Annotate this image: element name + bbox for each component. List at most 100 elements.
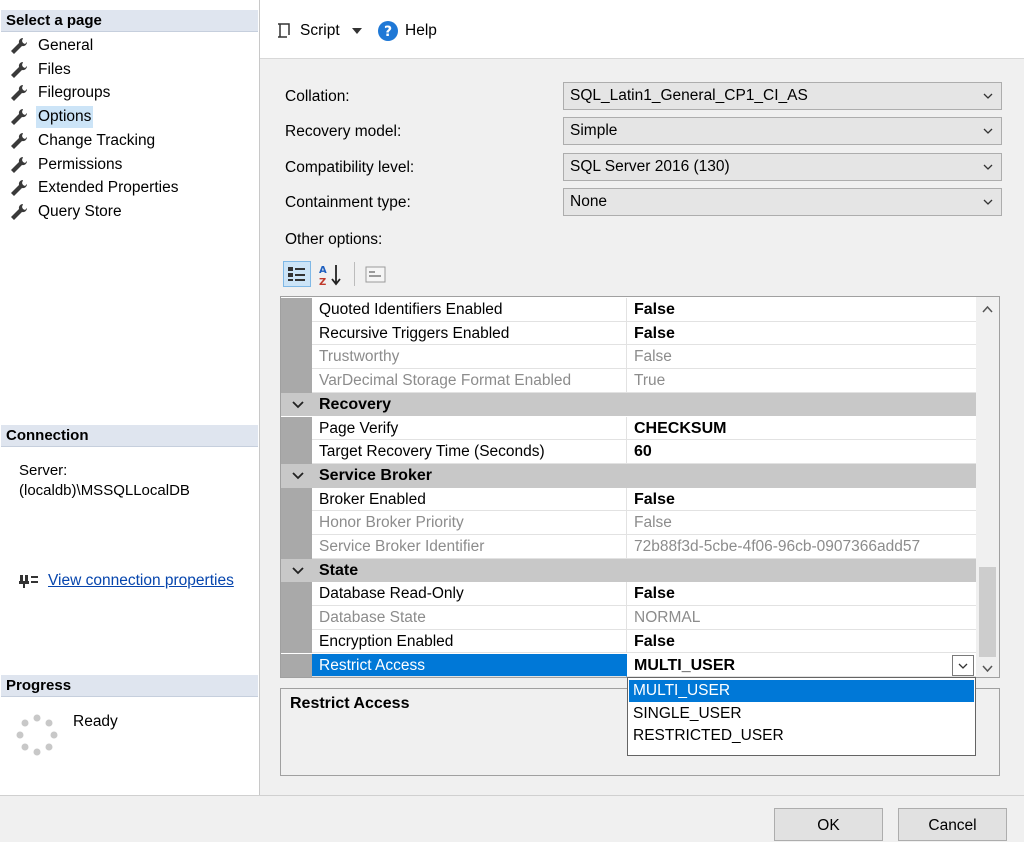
property-name: Page Verify bbox=[312, 416, 627, 441]
script-dropdown-icon[interactable] bbox=[351, 28, 362, 34]
wrench-icon bbox=[11, 132, 28, 149]
dropdown-option-restricted-user[interactable]: RESTRICTED_USER bbox=[629, 725, 974, 747]
property-name: Quoted Identifiers Enabled bbox=[312, 298, 627, 322]
page-item-filegroups[interactable]: Filegroups bbox=[10, 82, 112, 104]
category-service-broker[interactable]: Service Broker bbox=[281, 463, 976, 488]
page-item-files[interactable]: Files bbox=[10, 59, 73, 81]
property-value[interactable]: False bbox=[627, 630, 976, 654]
property-pages-button[interactable] bbox=[363, 263, 389, 287]
property-row[interactable]: Honor Broker Priority False bbox=[281, 511, 976, 535]
dropdown-option-multi-user[interactable]: MULTI_USER bbox=[629, 680, 974, 702]
property-row[interactable]: Encryption Enabled False bbox=[281, 629, 976, 654]
grid-gutter bbox=[281, 369, 312, 393]
collapse-chevron-icon[interactable] bbox=[292, 567, 304, 575]
property-value[interactable]: False bbox=[627, 322, 976, 346]
restrict-access-dropdown[interactable]: MULTI_USER SINGLE_USER RESTRICTED_USER bbox=[627, 677, 976, 756]
ok-button[interactable]: OK bbox=[774, 808, 883, 841]
help-label: Help bbox=[405, 22, 437, 39]
recovery-model-combo[interactable]: Simple bbox=[563, 117, 1002, 145]
page-item-label: Extended Properties bbox=[38, 179, 179, 197]
containment-type-value: None bbox=[570, 193, 608, 210]
property-name: Recursive Triggers Enabled bbox=[312, 321, 627, 346]
page-item-general[interactable]: General bbox=[10, 35, 95, 57]
category-recovery[interactable]: Recovery bbox=[281, 392, 976, 417]
scroll-thumb[interactable] bbox=[979, 567, 996, 657]
collapse-chevron-icon[interactable] bbox=[292, 401, 304, 409]
property-row[interactable]: Broker Enabled False bbox=[281, 487, 976, 512]
property-value: 72b88f3d-5cbe-4f06-96cb-0907366add57 bbox=[627, 535, 976, 559]
page-item-extended-properties[interactable]: Extended Properties bbox=[10, 177, 180, 199]
property-row[interactable]: Recursive Triggers Enabled False bbox=[281, 321, 976, 346]
page-item-label: Query Store bbox=[38, 202, 122, 220]
categorized-button[interactable] bbox=[283, 261, 311, 287]
other-options-label: Other options: bbox=[285, 231, 383, 248]
property-value[interactable]: False bbox=[627, 298, 976, 322]
help-button[interactable]: ? Help bbox=[377, 19, 437, 43]
description-title: Restrict Access bbox=[290, 695, 410, 712]
wrench-icon bbox=[11, 61, 28, 78]
restrict-access-dropdown-button[interactable] bbox=[952, 654, 974, 676]
svg-text:?: ? bbox=[384, 24, 392, 40]
page-item-change-tracking[interactable]: Change Tracking bbox=[10, 130, 157, 152]
progress-header: Progress bbox=[1, 675, 258, 697]
page-item-label: Files bbox=[38, 60, 71, 78]
property-value[interactable]: CHECKSUM bbox=[627, 417, 976, 441]
property-row[interactable]: VarDecimal Storage Format Enabled True bbox=[281, 369, 976, 393]
property-value[interactable]: 60 bbox=[627, 440, 976, 464]
svg-text:Z: Z bbox=[319, 277, 326, 288]
wrench-icon bbox=[11, 85, 28, 102]
grid-gutter bbox=[281, 487, 312, 512]
property-name: Service Broker Identifier bbox=[312, 535, 627, 559]
property-value: NORMAL bbox=[627, 606, 976, 630]
containment-type-label: Containment type: bbox=[285, 194, 411, 211]
grid-gutter bbox=[281, 582, 312, 607]
wrench-icon bbox=[11, 37, 28, 54]
property-value[interactable]: MULTI_USER bbox=[627, 654, 976, 677]
containment-type-combo[interactable]: None bbox=[563, 188, 1002, 216]
view-connection-link[interactable]: View connection properties bbox=[48, 572, 234, 590]
page-item-label: Filegroups bbox=[38, 84, 111, 102]
page-item-permissions[interactable]: Permissions bbox=[10, 154, 124, 176]
compatibility-level-value: SQL Server 2016 (130) bbox=[570, 158, 730, 175]
property-row[interactable]: Trustworthy False bbox=[281, 345, 976, 370]
property-row[interactable]: Target Recovery Time (Seconds) 60 bbox=[281, 440, 976, 464]
category-label: State bbox=[319, 561, 359, 579]
property-name: Database State bbox=[312, 606, 627, 630]
property-row[interactable]: Quoted Identifiers Enabled False bbox=[281, 298, 976, 322]
category-state[interactable]: State bbox=[281, 558, 976, 583]
script-label: Script bbox=[300, 22, 340, 39]
property-value[interactable]: False bbox=[627, 488, 976, 512]
property-value[interactable]: False bbox=[627, 582, 976, 607]
property-name: Trustworthy bbox=[312, 345, 627, 370]
view-connection-row[interactable]: View connection properties bbox=[18, 572, 234, 590]
property-row[interactable]: Restrict Access MULTI_USER bbox=[281, 653, 976, 677]
property-grid: Quoted Identifiers Enabled False Recursive… bbox=[280, 296, 1000, 678]
collation-combo[interactable]: SQL_Latin1_General_CP1_CI_AS bbox=[563, 82, 1002, 110]
property-row[interactable]: Database Read-Only False bbox=[281, 582, 976, 607]
collapse-chevron-icon[interactable] bbox=[292, 472, 304, 480]
category-label: Service Broker bbox=[319, 466, 432, 484]
property-row[interactable]: Page Verify CHECKSUM bbox=[281, 416, 976, 441]
property-row[interactable]: Service Broker Identifier 72b88f3d-5cbe-4… bbox=[281, 535, 976, 559]
scroll-down-icon[interactable] bbox=[982, 665, 993, 673]
wrench-icon bbox=[11, 109, 28, 126]
page-item-query-store[interactable]: Query Store bbox=[10, 201, 124, 223]
property-pages-icon bbox=[365, 266, 386, 283]
script-icon bbox=[278, 23, 290, 38]
cancel-button[interactable]: Cancel bbox=[898, 808, 1007, 841]
scroll-up-icon[interactable] bbox=[982, 305, 993, 313]
dropdown-option-single-user[interactable]: SINGLE_USER bbox=[629, 703, 974, 725]
grid-scrollbar[interactable] bbox=[976, 297, 999, 677]
alphabetical-button[interactable]: A Z bbox=[317, 262, 345, 288]
page-item-label: Options bbox=[36, 106, 94, 129]
page-item-options[interactable]: Options bbox=[10, 106, 94, 129]
connection-plug-icon bbox=[19, 575, 38, 588]
collation-value: SQL_Latin1_General_CP1_CI_AS bbox=[570, 87, 808, 104]
page-item-label: Permissions bbox=[38, 155, 123, 173]
toolbar: Script ? Help bbox=[260, 0, 1024, 59]
script-button[interactable]: Script bbox=[274, 19, 362, 43]
property-row[interactable]: Database State NORMAL bbox=[281, 606, 976, 630]
categorized-icon bbox=[288, 267, 305, 281]
page-item-label: General bbox=[38, 37, 94, 54]
compatibility-level-combo[interactable]: SQL Server 2016 (130) bbox=[563, 153, 1002, 181]
